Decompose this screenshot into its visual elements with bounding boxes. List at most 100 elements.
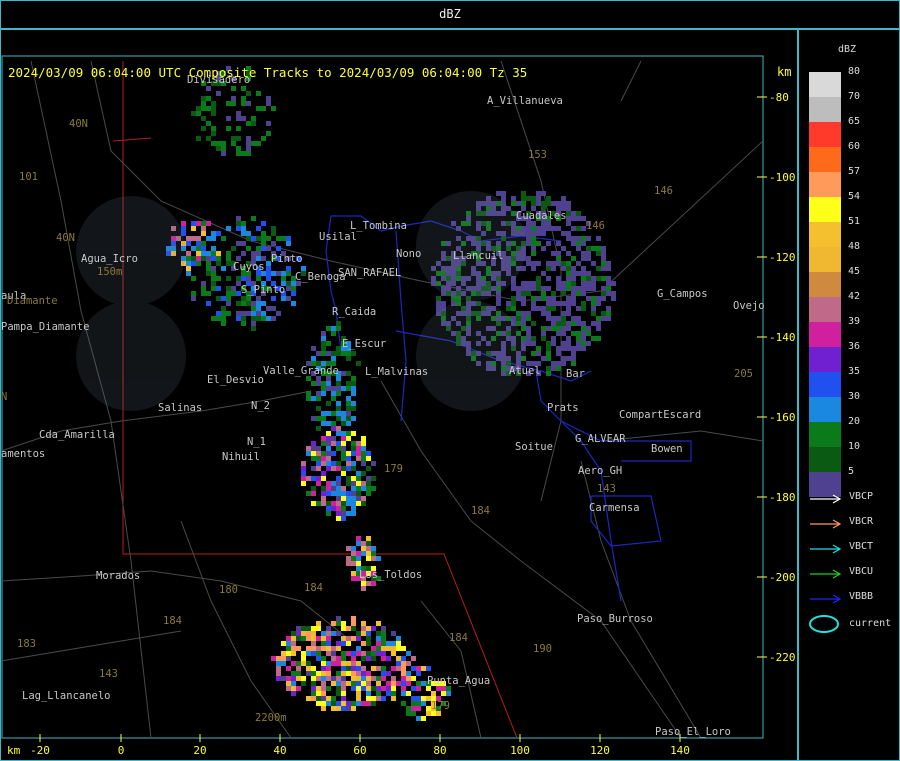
echo-pixel: [551, 296, 556, 301]
echo-pixel: [351, 416, 356, 421]
echo-pixel: [571, 316, 576, 321]
echo-pixel: [346, 401, 351, 406]
echo-pixel: [211, 111, 216, 116]
radar-map-panel[interactable]: Divisadero A_Villanueva Usilal L_Tombina Non…: [0, 29, 798, 761]
echo-pixel: [336, 641, 341, 646]
echo-pixel: [561, 201, 566, 206]
place-label-g_campos: G_Campos: [657, 288, 708, 300]
echo-pixel: [586, 286, 591, 291]
echo-pixel: [221, 151, 226, 156]
echo-pixel: [336, 661, 341, 666]
echo-pixel: [531, 226, 536, 231]
place-label-nihuil: Nihuil: [222, 451, 260, 463]
echo-pixel: [241, 151, 246, 156]
echo-pixel: [201, 221, 206, 226]
echo-pixel: [341, 686, 346, 691]
echo-pixel: [526, 291, 531, 296]
echo-pixel: [351, 676, 356, 681]
echo-pixel: [546, 286, 551, 291]
echo-pixel: [551, 341, 556, 346]
echo-pixel: [346, 681, 351, 686]
echo-pixel: [201, 96, 206, 101]
echo-pixel: [561, 301, 566, 306]
legend-scale-label: 39: [848, 316, 861, 327]
echo-pixel: [606, 311, 611, 316]
echo-pixel: [356, 496, 361, 501]
echo-pixel: [216, 296, 221, 301]
echo-pixel: [591, 321, 596, 326]
echo-pixel: [561, 316, 566, 321]
echo-pixel: [586, 276, 591, 281]
echo-pixel: [381, 626, 386, 631]
echo-pixel: [571, 356, 576, 361]
y-tick-label: -140: [769, 331, 796, 344]
echo-pixel: [406, 651, 411, 656]
echo-pixel: [306, 636, 311, 641]
echo-pixel: [206, 261, 211, 266]
echo-pixel: [241, 221, 246, 226]
echo-pixel: [391, 646, 396, 651]
echo-pixel: [551, 336, 556, 341]
radar-map[interactable]: DivisaderoA_VillanuevaUsilalL_TombinaNon…: [1, 30, 797, 760]
echo-pixel: [321, 441, 326, 446]
echo-pixel: [336, 461, 341, 466]
echo-pixel: [526, 236, 531, 241]
echo-pixel: [561, 331, 566, 336]
echo-pixel: [536, 296, 541, 301]
track-arrow-vbct: [809, 540, 843, 559]
echo-pixel: [356, 476, 361, 481]
echo-pixel: [401, 671, 406, 676]
echo-pixel: [546, 311, 551, 316]
echo-pixel: [326, 511, 331, 516]
echo-pixel: [331, 436, 336, 441]
echo-pixel: [416, 716, 421, 721]
echo-pixel: [421, 701, 426, 706]
echo-pixel: [396, 661, 401, 666]
echo-pixel: [241, 96, 246, 101]
echo-pixel: [371, 581, 376, 586]
echo-pixel: [571, 291, 576, 296]
echo-pixel: [211, 246, 216, 251]
echo-pixel: [551, 316, 556, 321]
echo-pixel: [231, 246, 236, 251]
echo-pixel: [561, 281, 566, 286]
echo-pixel: [356, 631, 361, 636]
echo-pixel: [326, 421, 331, 426]
road-label: 184: [471, 505, 490, 517]
echo-pixel: [361, 451, 366, 456]
echo-pixel: [296, 631, 301, 636]
echo-pixel: [276, 656, 281, 661]
echo-pixel: [241, 231, 246, 236]
echo-pixel: [326, 431, 331, 436]
echo-pixel: [236, 151, 241, 156]
echo-pixel: [246, 246, 251, 251]
echo-pixel: [336, 486, 341, 491]
echo-pixel: [506, 306, 511, 311]
echo-pixel: [191, 236, 196, 241]
echo-pixel: [521, 311, 526, 316]
echo-pixel: [226, 126, 231, 131]
echo-pixel: [326, 666, 331, 671]
road-label: N: [1, 391, 7, 403]
echo-pixel: [191, 276, 196, 281]
echo-pixel: [566, 346, 571, 351]
echo-pixel: [591, 286, 596, 291]
echo-pixel: [381, 686, 386, 691]
echo-pixel: [546, 276, 551, 281]
echo-pixel: [391, 686, 396, 691]
echo-pixel: [316, 636, 321, 641]
echo-pixel: [341, 501, 346, 506]
echo-pixel: [591, 246, 596, 251]
echo-pixel: [366, 686, 371, 691]
echo-pixel: [366, 681, 371, 686]
echo-pixel: [276, 246, 281, 251]
echo-pixel: [351, 446, 356, 451]
echo-pixel: [346, 491, 351, 496]
legend-scale-label: 65: [848, 116, 861, 127]
echo-pixel: [211, 281, 216, 286]
echo-pixel: [381, 636, 386, 641]
track-label: VBCR: [849, 516, 874, 527]
echo-pixel: [356, 681, 361, 686]
echo-pixel: [566, 216, 571, 221]
echo-pixel: [206, 301, 211, 306]
